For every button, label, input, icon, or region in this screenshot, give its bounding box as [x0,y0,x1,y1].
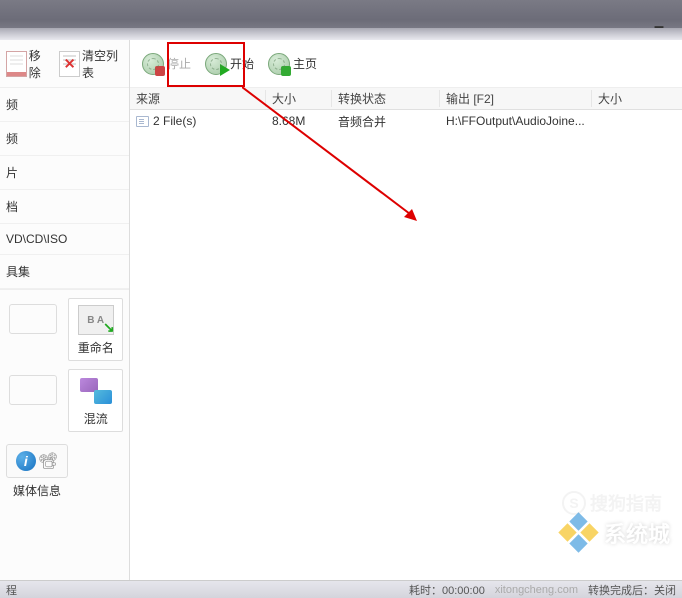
sidebar-cat-audio[interactable]: 频 [0,122,129,156]
start-button[interactable]: 开始 [201,51,258,77]
tool-placeholder-2[interactable] [6,369,60,432]
status-elapsed: 耗时：00:00:00 [409,582,485,598]
col-output[interactable]: 输出 [F2] [440,90,592,107]
mix-icon [78,376,114,406]
play-icon [205,53,227,75]
sidebar-toolbar: 移除 ✕ 清空列表 [0,40,129,88]
info-icon: i [16,451,36,471]
minimize-button[interactable]: – [654,16,664,37]
sidebar-cat-dvd[interactable]: VD\CD\ISO [0,224,129,255]
remove-label: 移除 [29,47,51,81]
sidebar: 移除 ✕ 清空列表 频 频 片 档 VD\CD\ISO 具集 B A 重命名 [0,40,130,580]
col-source[interactable]: 来源 [130,90,266,107]
remove-button[interactable]: 移除 [4,45,53,83]
info-icon-wrap: i 📽 [6,444,68,478]
home-button[interactable]: 主页 [264,51,321,77]
home-label: 主页 [293,55,317,72]
sidebar-cat-doc[interactable]: 档 [0,190,129,224]
file-icon [136,116,149,127]
col-size[interactable]: 大小 [266,90,332,107]
remove-icon [6,51,27,77]
stop-button[interactable]: 停止 [138,51,195,77]
status-bar: 程 耗时：00:00:00 xitongcheng.com 转换完成后：关闭 [0,580,682,598]
cell-output: H:\FFOutput\AudioJoine... [440,114,592,128]
cell-status: 音频合并 [332,113,440,130]
tool-placeholder[interactable] [6,298,60,361]
sidebar-categories: 频 频 片 档 VD\CD\ISO 具集 [0,88,129,290]
rename-icon: B A [78,305,114,335]
title-bar: – [0,0,682,40]
watermark-xtc: 系统城 [560,514,670,552]
sidebar-cat-image[interactable]: 片 [0,156,129,190]
tool-grid: B A 重命名 混流 [0,290,129,440]
tool-mix-label: 混流 [84,410,108,427]
status-wm-faint: xitongcheng.com [495,584,578,596]
placeholder-icon [9,304,57,334]
tool-rename[interactable]: B A 重命名 [68,298,123,361]
main-area: 移除 ✕ 清空列表 频 频 片 档 VD\CD\ISO 具集 B A 重命名 [0,40,682,580]
tool-mix[interactable]: 混流 [68,369,123,432]
status-after[interactable]: 转换完成后：关闭 [588,582,676,598]
clear-list-button[interactable]: ✕ 清空列表 [57,45,129,83]
clear-label: 清空列表 [82,47,127,81]
tool-info-label: 媒体信息 [13,482,61,499]
content-toolbar: 停止 开始 主页 [130,40,682,88]
tool-media-info[interactable]: i 📽 媒体信息 [6,444,68,499]
clear-icon: ✕ [59,51,80,77]
camera-icon: 📽 [38,451,58,471]
placeholder-icon-2 [9,375,57,405]
status-left: 程 [6,582,17,598]
tool-rename-label: 重命名 [78,339,114,356]
stop-label: 停止 [167,55,191,72]
stop-icon [142,53,164,75]
col-size2[interactable]: 大小 [592,90,682,107]
watermark-sogou: S 搜狗指南 [562,490,662,516]
col-status[interactable]: 转换状态 [332,90,440,107]
home-icon [268,53,290,75]
sidebar-cat-video[interactable]: 频 [0,88,129,122]
content-area: 停止 开始 主页 来源 大小 转换状态 输出 [F2] 大小 2 File(s)… [130,40,682,580]
table-row[interactable]: 2 File(s) 8.68M 音频合并 H:\FFOutput\AudioJo… [130,110,682,132]
sidebar-cat-toolset[interactable]: 具集 [0,255,129,289]
table-header: 来源 大小 转换状态 输出 [F2] 大小 [130,88,682,110]
cell-source: 2 File(s) [130,114,266,128]
cell-size: 8.68M [266,114,332,128]
start-label: 开始 [230,55,254,72]
